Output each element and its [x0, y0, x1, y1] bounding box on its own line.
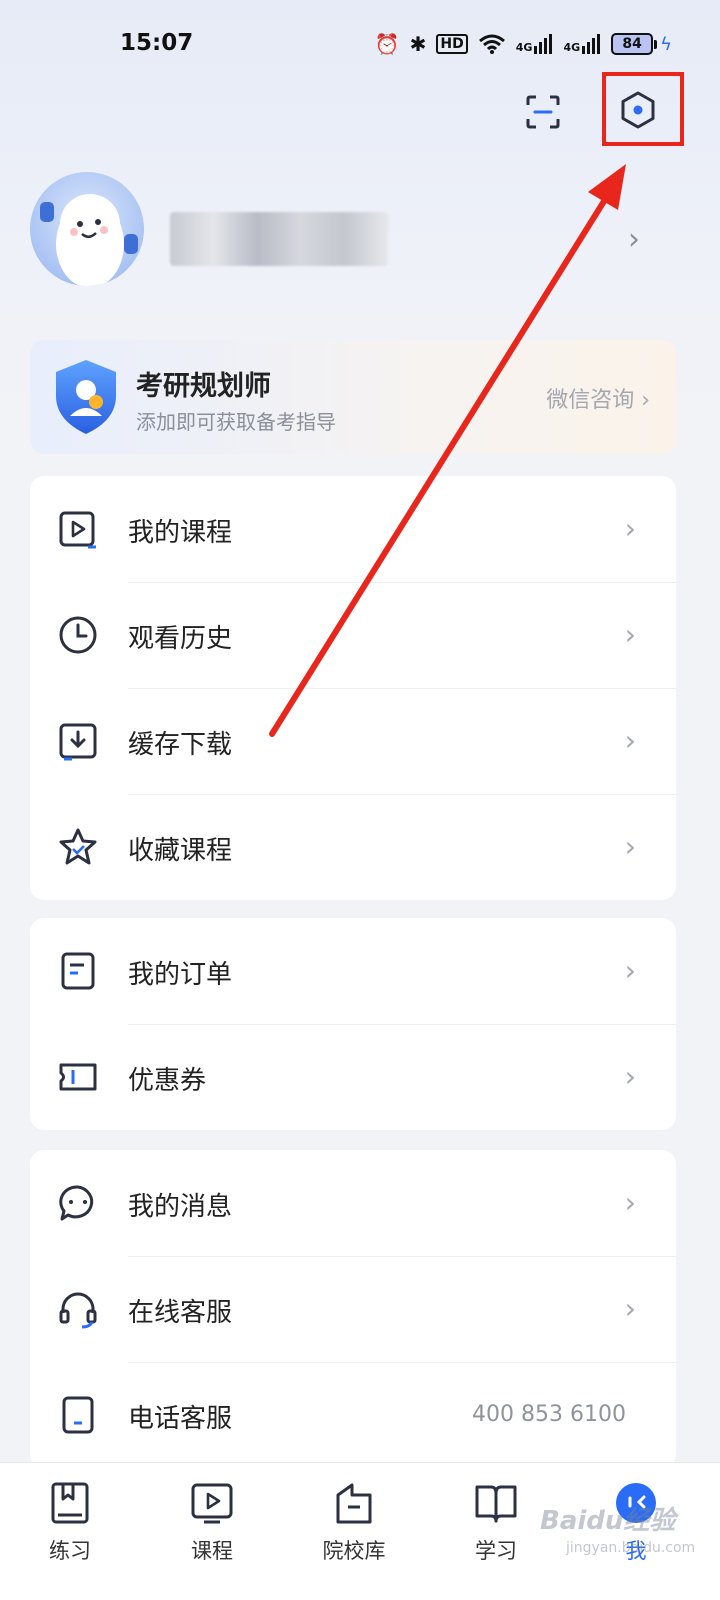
signal-icon: 4G — [516, 34, 554, 54]
chevron-right-icon: › — [624, 724, 636, 757]
baidu-watermark: Baidu经验 — [540, 1506, 676, 1536]
menu-item-online-support[interactable]: 在线客服 › — [30, 1256, 676, 1362]
status-icons: ⏰ ✱ HD 4G 4G 84 ϟ — [375, 32, 672, 56]
menu-card-service: 我的消息 › 在线客服 › 电话客服 400 853 6100 — [30, 1150, 676, 1468]
menu-item-label: 电话客服 — [128, 1404, 233, 1434]
avatar[interactable] — [30, 172, 144, 286]
charging-icon: ϟ — [660, 33, 672, 55]
message-icon — [59, 1185, 94, 1221]
tab-courses[interactable]: 课程 — [152, 1477, 272, 1587]
open-book-icon — [475, 1485, 517, 1523]
bluetooth-icon: ✱ — [409, 32, 427, 56]
chevron-right-icon: › — [624, 1186, 636, 1219]
menu-item-phone-support[interactable]: 电话客服 400 853 6100 — [30, 1362, 676, 1468]
planner-title: 考研规划师 — [136, 371, 271, 402]
menu-item-watch-history[interactable]: 观看历史 › — [30, 582, 676, 688]
ticket-icon — [59, 1063, 97, 1091]
menu-item-label: 在线客服 — [128, 1298, 233, 1328]
phone-icon — [62, 1396, 94, 1434]
chevron-right-icon: › — [624, 954, 636, 987]
order-icon — [61, 952, 95, 990]
menu-item-coupons[interactable]: 优惠券 › — [30, 1024, 676, 1130]
menu-item-favorite-courses[interactable]: 收藏课程 › — [30, 794, 676, 900]
menu-item-label: 收藏课程 — [128, 836, 233, 866]
video-play-icon — [191, 1483, 233, 1524]
headset-icon — [59, 1292, 97, 1329]
alarm-icon: ⏰ — [374, 32, 400, 56]
chevron-right-icon: › — [624, 1292, 636, 1325]
shield-icon — [56, 360, 116, 434]
hd-icon: HD — [436, 34, 468, 54]
menu-item-label: 观看历史 — [128, 624, 233, 654]
menu-item-label: 缓存下载 — [128, 730, 233, 760]
menu-item-cache-download[interactable]: 缓存下载 › — [30, 688, 676, 794]
profile-chevron-icon[interactable]: › — [628, 222, 640, 257]
tab-label: 课程 — [191, 1539, 233, 1563]
tab-label: 学习 — [475, 1539, 517, 1563]
wifi-icon — [478, 34, 505, 54]
menu-item-label: 优惠券 — [128, 1066, 207, 1096]
mascot-avatar-icon — [40, 194, 138, 286]
menu-item-label: 我的课程 — [128, 518, 233, 548]
status-time: 15:07 — [120, 30, 194, 56]
tab-label: 院校库 — [322, 1539, 386, 1563]
username-blurred — [170, 212, 388, 266]
menu-card-learning: 我的课程 › 观看历史 › 缓存下载 › 收藏课程 › — [30, 476, 676, 900]
scan-button[interactable] — [515, 84, 571, 140]
school-icon — [336, 1483, 372, 1524]
tab-school-library[interactable]: 院校库 — [294, 1477, 414, 1587]
chevron-right-icon: › — [624, 512, 636, 545]
menu-card-orders: 我的订单 › 优惠券 › — [30, 918, 676, 1130]
clock-icon — [59, 616, 97, 654]
annotation-highlight-box — [602, 72, 684, 146]
chevron-right-icon: › — [624, 618, 636, 651]
chevron-right-icon: › — [624, 1060, 636, 1093]
tab-practice[interactable]: 练习 — [10, 1477, 130, 1587]
bookmark-book-icon — [51, 1482, 89, 1524]
menu-item-my-courses[interactable]: 我的课程 › — [30, 476, 676, 582]
scan-icon — [526, 95, 560, 129]
tab-label: 练习 — [49, 1539, 91, 1563]
menu-item-my-messages[interactable]: 我的消息 › — [30, 1150, 676, 1256]
menu-item-label: 我的消息 — [128, 1192, 233, 1222]
chevron-right-icon: › — [624, 830, 636, 863]
download-icon — [59, 723, 97, 761]
play-icon — [59, 511, 96, 549]
battery-level: 84 — [611, 33, 654, 55]
planner-subtitle: 添加即可获取备考指导 — [136, 410, 336, 434]
baidu-watermark-url: jingyan.baidu.com — [566, 1540, 696, 1556]
planner-banner[interactable]: 考研规划师 添加即可获取备考指导 微信咨询 › — [30, 340, 676, 454]
signal-icon: 4G — [563, 34, 601, 54]
menu-item-my-orders[interactable]: 我的订单 › — [30, 918, 676, 1024]
wechat-consult-link[interactable]: 微信咨询 › — [546, 382, 650, 414]
phone-number: 400 853 6100 — [472, 1402, 626, 1427]
star-icon — [59, 828, 97, 865]
tab-study[interactable]: 学习 — [436, 1477, 556, 1587]
battery-icon: 84 ϟ — [611, 33, 672, 55]
menu-item-label: 我的订单 — [128, 960, 233, 990]
